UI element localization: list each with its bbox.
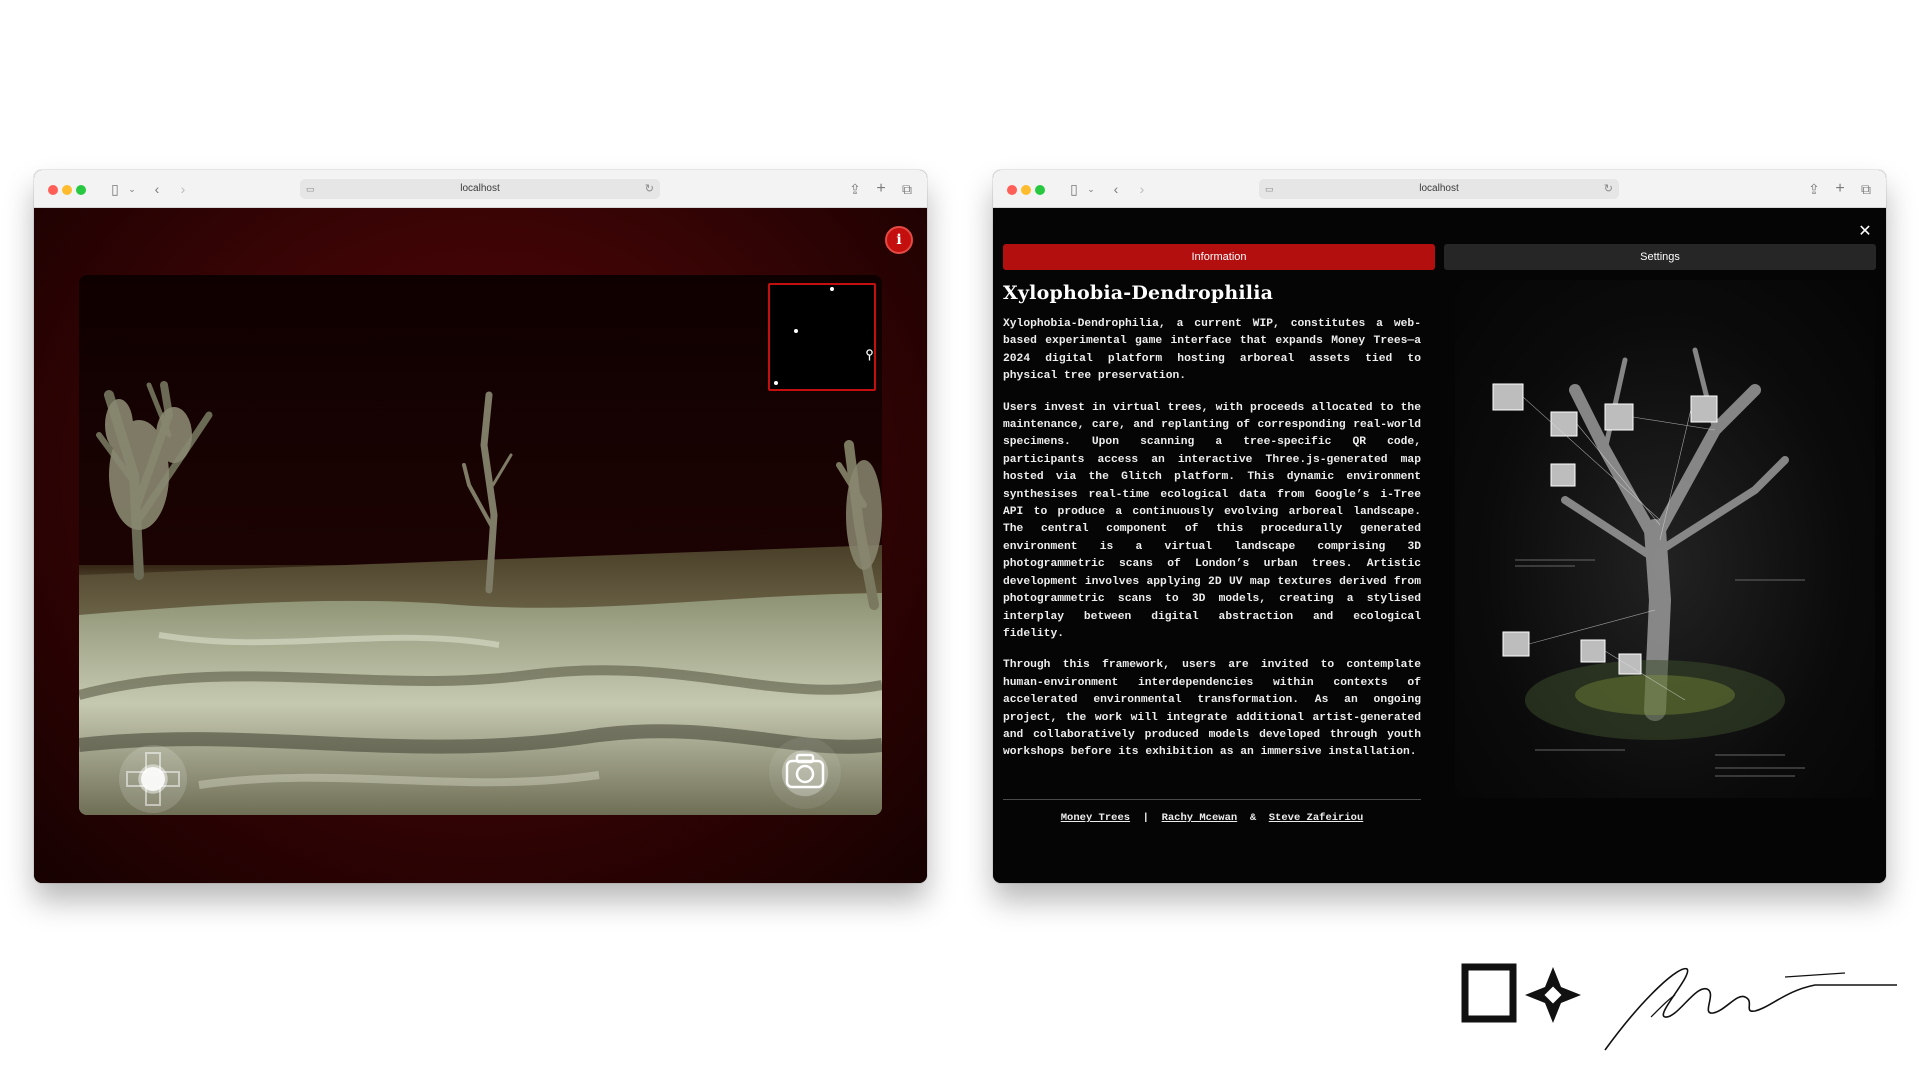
info-body: Xylophobia-Dendrophilia, a current WIP, … bbox=[1003, 316, 1421, 776]
reload-icon[interactable]: ↻ bbox=[1604, 179, 1613, 199]
info-title: Xylophobia-Dendrophilia bbox=[1003, 282, 1274, 304]
credits: Money Trees | Rachy Mcewan & Steve Zafei… bbox=[1003, 812, 1421, 824]
link-rachy-mcewan[interactable]: Rachy Mcewan bbox=[1162, 812, 1238, 824]
sidebar-icon[interactable]: ▯ bbox=[104, 179, 126, 199]
close-icon: ✕ bbox=[1858, 223, 1872, 240]
minimap-tree-marker bbox=[830, 287, 834, 291]
url-text: localhost bbox=[1419, 183, 1459, 194]
browser-window-info: ▯ ⌄ ‹ › ▭ localhost ↻ ⇪ + ⧉ ✕ Informatio… bbox=[993, 170, 1886, 883]
info-button[interactable]: i bbox=[885, 226, 913, 254]
credits-separator: & bbox=[1249, 812, 1257, 824]
tab-settings[interactable]: Settings bbox=[1444, 244, 1876, 270]
back-button[interactable]: ‹ bbox=[148, 179, 166, 199]
camera-icon bbox=[785, 753, 825, 789]
minimap[interactable] bbox=[768, 283, 876, 391]
share-icon[interactable]: ⇪ bbox=[1805, 179, 1823, 199]
game-scene[interactable] bbox=[79, 275, 882, 815]
player-marker-icon bbox=[866, 349, 873, 361]
tabs-overview-icon[interactable]: ⧉ bbox=[898, 179, 916, 199]
game-viewport: i bbox=[34, 208, 927, 883]
forward-button[interactable]: › bbox=[1133, 179, 1151, 199]
tabs-overview-icon[interactable]: ⧉ bbox=[1857, 179, 1875, 199]
sidebar-icon[interactable]: ▯ bbox=[1063, 179, 1085, 199]
info-paragraph: Through this framework, users are invite… bbox=[1003, 659, 1421, 759]
info-icon: i bbox=[896, 232, 902, 248]
back-button[interactable]: ‹ bbox=[1107, 179, 1125, 199]
forward-button[interactable]: › bbox=[174, 179, 192, 199]
minimap-tree-marker bbox=[794, 329, 798, 333]
url-text: localhost bbox=[460, 183, 500, 194]
artist-logo bbox=[1461, 963, 1897, 1051]
zoom-window-button[interactable] bbox=[1035, 185, 1045, 195]
info-paragraph: Users invest in virtual trees, with proc… bbox=[1003, 401, 1421, 640]
tree-scan-image bbox=[1455, 280, 1875, 798]
browser-toolbar: ▯ ⌄ ‹ › ▭ localhost ↻ ⇪ + ⧉ bbox=[34, 170, 927, 208]
address-bar[interactable]: ▭ localhost ↻ bbox=[300, 179, 660, 199]
tree-scan-illustration bbox=[1492, 347, 1805, 777]
artist-mark bbox=[1455, 955, 1905, 1055]
new-tab-button[interactable]: + bbox=[1831, 179, 1849, 199]
joystick-control[interactable] bbox=[119, 745, 187, 813]
joystick-icon bbox=[126, 752, 180, 806]
new-tab-button[interactable]: + bbox=[872, 179, 890, 199]
camera-button[interactable] bbox=[769, 737, 841, 809]
chevron-down-icon[interactable]: ⌄ bbox=[1085, 179, 1097, 199]
browser-toolbar: ▯ ⌄ ‹ › ▭ localhost ↻ ⇪ + ⧉ bbox=[993, 170, 1886, 208]
close-panel-button[interactable]: ✕ bbox=[1857, 224, 1873, 240]
minimap-tree-marker bbox=[774, 381, 778, 385]
address-bar[interactable]: ▭ localhost ↻ bbox=[1259, 179, 1619, 199]
close-window-button[interactable] bbox=[48, 185, 58, 195]
info-paragraph: Xylophobia-Dendrophilia, a current WIP, … bbox=[1003, 318, 1421, 383]
minimize-window-button[interactable] bbox=[62, 185, 72, 195]
minimize-window-button[interactable] bbox=[1021, 185, 1031, 195]
info-panel: ✕ Information Settings Xylophobia-Dendro… bbox=[993, 208, 1886, 883]
zoom-window-button[interactable] bbox=[76, 185, 86, 195]
share-icon[interactable]: ⇪ bbox=[846, 179, 864, 199]
terrain-render bbox=[79, 275, 882, 815]
credits-separator: | bbox=[1142, 812, 1149, 824]
tab-information[interactable]: Information bbox=[1003, 244, 1435, 270]
link-money-trees[interactable]: Money Trees bbox=[1061, 812, 1130, 824]
chevron-down-icon[interactable]: ⌄ bbox=[126, 179, 138, 199]
reload-icon[interactable]: ↻ bbox=[645, 179, 654, 199]
link-steve-zafeiriou[interactable]: Steve Zafeiriou bbox=[1269, 812, 1364, 824]
divider bbox=[1003, 799, 1421, 800]
close-window-button[interactable] bbox=[1007, 185, 1017, 195]
browser-window-game: ▯ ⌄ ‹ › ▭ localhost ↻ ⇪ + ⧉ i bbox=[34, 170, 927, 883]
